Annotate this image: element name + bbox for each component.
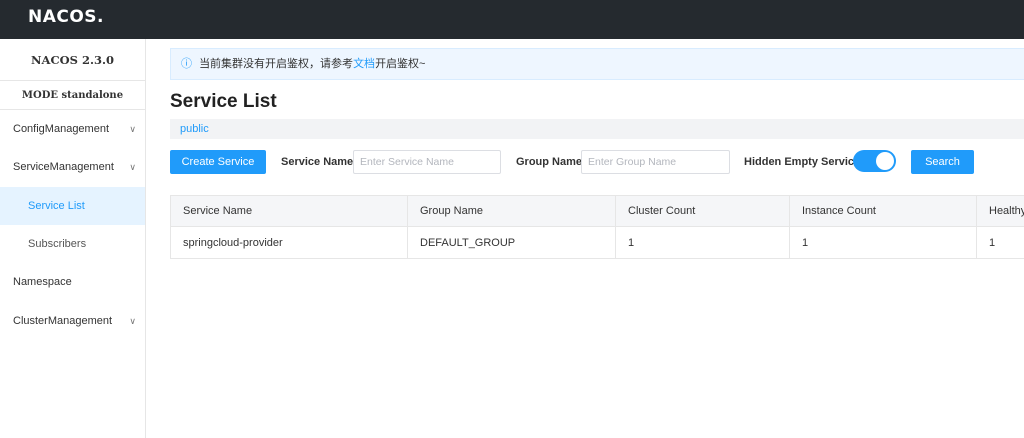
cell-instance-count: 1 bbox=[789, 226, 977, 259]
sidebar-item-label: ClusterManagement bbox=[13, 315, 113, 327]
sidebar-item-label: Service List bbox=[28, 200, 85, 212]
top-bar: NACOS. bbox=[0, 0, 1024, 39]
sidebar-item-label: Namespace bbox=[13, 276, 72, 288]
nacos-logo[interactable]: NACOS. bbox=[28, 7, 104, 27]
notice-text: 当前集群没有开启鉴权，请参考 bbox=[199, 58, 354, 70]
create-service-button[interactable]: Create Service bbox=[170, 150, 266, 174]
sidebar: NACOS 2.3.0 MODE standalone ConfigManage… bbox=[0, 39, 146, 438]
sidebar-item-namespace[interactable]: Namespace bbox=[0, 263, 145, 301]
group-name-input[interactable] bbox=[581, 150, 730, 174]
sidebar-item-config-management[interactable]: ConfigManagement ∨ bbox=[0, 110, 145, 148]
cell-service-name: springcloud-provider bbox=[170, 226, 408, 259]
service-name-label: Service Name bbox=[281, 156, 354, 168]
namespace-bar: public bbox=[170, 119, 1024, 139]
docs-link[interactable]: 文档 bbox=[353, 58, 375, 70]
auth-notice: ⓘ 当前集群没有开启鉴权，请参考文档开启鉴权~ bbox=[170, 48, 1024, 80]
info-icon: ⓘ bbox=[181, 58, 192, 70]
sidebar-item-label: Subscribers bbox=[28, 238, 87, 250]
version-label: NACOS 2.3.0 bbox=[0, 39, 145, 81]
hidden-empty-service-toggle[interactable] bbox=[853, 150, 896, 172]
column-header-instance-count[interactable]: Instance Count bbox=[789, 195, 977, 227]
chevron-down-icon: ∨ bbox=[129, 316, 136, 326]
cell-cluster-count: 1 bbox=[615, 226, 790, 259]
chevron-down-icon: ∨ bbox=[129, 162, 136, 172]
service-table: Service Name Group Name Cluster Count In… bbox=[170, 195, 1024, 259]
main-content: ⓘ 当前集群没有开启鉴权，请参考文档开启鉴权~ Service List pub… bbox=[146, 39, 1024, 438]
search-button[interactable]: Search bbox=[911, 150, 974, 174]
sidebar-item-cluster-management[interactable]: ClusterManagement ∨ bbox=[0, 302, 145, 340]
hidden-empty-service-label: Hidden Empty Service bbox=[744, 156, 861, 168]
column-header-healthy[interactable]: Healthy bbox=[976, 195, 1024, 227]
sidebar-item-label: ServiceManagement bbox=[13, 161, 114, 173]
table-header-row: Service Name Group Name Cluster Count In… bbox=[170, 195, 1024, 227]
table-row[interactable]: springcloud-provider DEFAULT_GROUP 1 1 1 bbox=[170, 226, 1024, 259]
namespace-public[interactable]: public bbox=[180, 123, 209, 135]
column-header-group-name[interactable]: Group Name bbox=[407, 195, 616, 227]
sidebar-item-subscribers[interactable]: Subscribers bbox=[0, 225, 145, 263]
column-header-cluster-count[interactable]: Cluster Count bbox=[615, 195, 790, 227]
sidebar-item-service-list[interactable]: Service List bbox=[0, 187, 145, 225]
page-title: Service List bbox=[170, 91, 277, 112]
sidebar-item-service-management[interactable]: ServiceManagement ∨ bbox=[0, 148, 145, 186]
cell-group-name: DEFAULT_GROUP bbox=[407, 226, 616, 259]
sidebar-item-label: ConfigManagement bbox=[13, 123, 110, 135]
cell-healthy: 1 bbox=[976, 226, 1024, 259]
column-header-service-name[interactable]: Service Name bbox=[170, 195, 408, 227]
mode-label: MODE standalone bbox=[0, 81, 145, 110]
notice-text-end: 开启鉴权~ bbox=[375, 58, 426, 70]
chevron-down-icon: ∨ bbox=[129, 124, 136, 134]
group-name-label: Group Name bbox=[516, 156, 583, 168]
service-name-input[interactable] bbox=[353, 150, 501, 174]
toggle-knob bbox=[876, 152, 894, 170]
